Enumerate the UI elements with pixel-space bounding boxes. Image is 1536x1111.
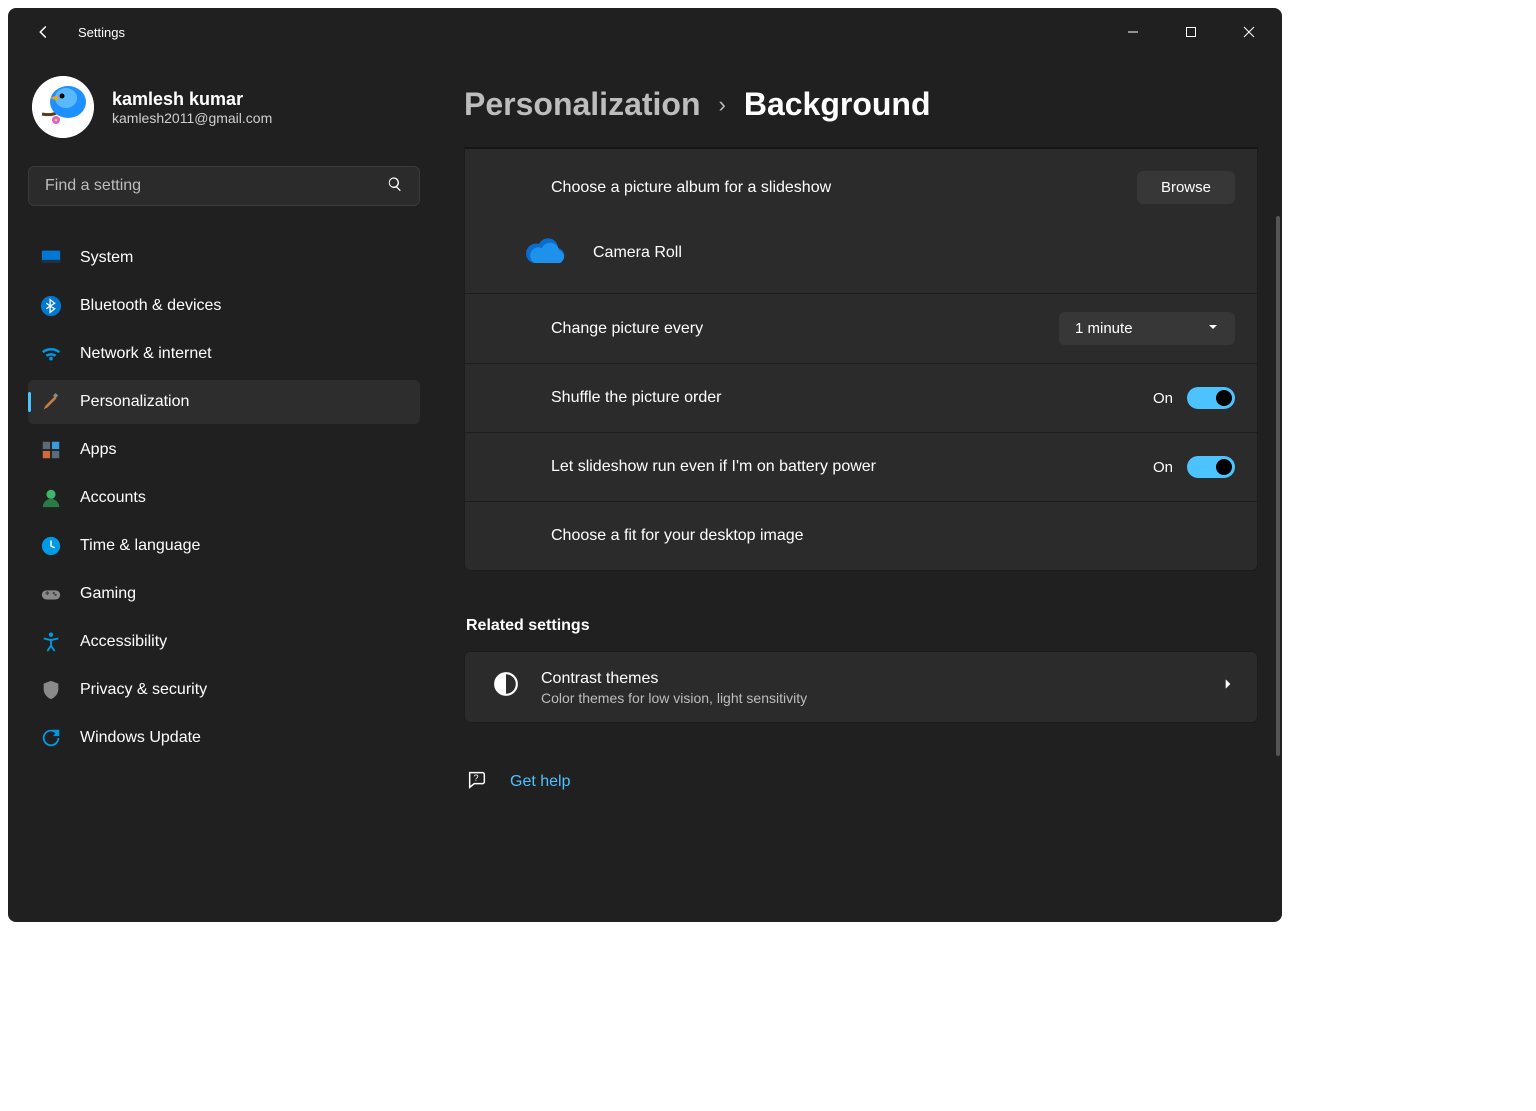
main-content: Personalization › Background Choose a pi… xyxy=(440,56,1282,922)
avatar xyxy=(32,76,94,138)
shuffle-row: Shuffle the picture order On xyxy=(465,364,1257,432)
nav-update[interactable]: Windows Update xyxy=(28,716,420,760)
bluetooth-icon xyxy=(40,295,62,317)
wifi-icon xyxy=(40,343,62,365)
change-every-row: Change picture every 1 minute xyxy=(465,294,1257,363)
nav: System Bluetooth & devices Network & int… xyxy=(28,236,420,760)
gamepad-icon xyxy=(40,583,62,605)
person-icon xyxy=(40,487,62,509)
search-box[interactable] xyxy=(28,166,420,206)
scrollbar[interactable] xyxy=(1276,216,1280,756)
onedrive-icon xyxy=(521,234,569,271)
album-row: Choose a picture album for a slideshow B… xyxy=(465,149,1257,222)
back-button[interactable] xyxy=(26,15,60,49)
breadcrumb-parent[interactable]: Personalization xyxy=(464,86,701,123)
get-help-link[interactable]: Get help xyxy=(510,773,570,791)
contrast-themes-row[interactable]: Contrast themes Color themes for low vis… xyxy=(464,651,1258,723)
profile-email: kamlesh2011@gmail.com xyxy=(112,110,272,126)
shield-icon xyxy=(40,679,62,701)
browse-button[interactable]: Browse xyxy=(1137,171,1235,204)
close-button[interactable] xyxy=(1220,12,1278,52)
nav-time[interactable]: Time & language xyxy=(28,524,420,568)
nav-apps[interactable]: Apps xyxy=(28,428,420,472)
nav-privacy[interactable]: Privacy & security xyxy=(28,668,420,712)
search-icon xyxy=(377,176,403,197)
accessibility-icon xyxy=(40,631,62,653)
maximize-button[interactable] xyxy=(1162,12,1220,52)
paintbrush-icon xyxy=(40,391,62,413)
album-title: Choose a picture album for a slideshow xyxy=(551,177,831,199)
help-row: ? Get help xyxy=(464,769,1258,796)
nav-accounts[interactable]: Accounts xyxy=(28,476,420,520)
minimize-button[interactable] xyxy=(1104,12,1162,52)
breadcrumb: Personalization › Background xyxy=(464,86,1258,123)
apps-icon xyxy=(40,439,62,461)
update-icon xyxy=(40,727,62,749)
related-heading: Related settings xyxy=(466,617,1258,635)
chevron-right-icon xyxy=(1221,677,1235,696)
nav-accessibility[interactable]: Accessibility xyxy=(28,620,420,664)
chevron-down-icon xyxy=(1207,320,1219,337)
settings-window: Settings xyxy=(8,8,1282,922)
nav-gaming[interactable]: Gaming xyxy=(28,572,420,616)
profile-name: kamlesh kumar xyxy=(112,89,272,110)
profile[interactable]: kamlesh kumar kamlesh2011@gmail.com xyxy=(28,76,420,138)
fit-row: Choose a fit for your desktop image xyxy=(465,502,1257,570)
battery-row: Let slideshow run even if I'm on battery… xyxy=(465,433,1257,501)
battery-toggle[interactable] xyxy=(1187,456,1235,478)
app-title: Settings xyxy=(78,25,125,40)
slideshow-card: Choose a picture album for a slideshow B… xyxy=(464,147,1258,571)
contrast-icon xyxy=(493,671,519,702)
svg-text:?: ? xyxy=(474,773,479,783)
sidebar: kamlesh kumar kamlesh2011@gmail.com Syst… xyxy=(8,56,440,922)
search-input[interactable] xyxy=(45,177,377,195)
nav-system[interactable]: System xyxy=(28,236,420,280)
breadcrumb-current: Background xyxy=(744,86,931,123)
display-icon xyxy=(40,247,62,269)
clock-icon xyxy=(40,535,62,557)
nav-personalization[interactable]: Personalization xyxy=(28,380,420,424)
shuffle-toggle[interactable] xyxy=(1187,387,1235,409)
nav-network[interactable]: Network & internet xyxy=(28,332,420,376)
help-icon: ? xyxy=(466,769,488,796)
titlebar: Settings xyxy=(8,8,1282,56)
album-name: Camera Roll xyxy=(593,242,682,264)
nav-bluetooth[interactable]: Bluetooth & devices xyxy=(28,284,420,328)
album-display: Camera Roll xyxy=(465,222,1257,293)
chevron-right-icon: › xyxy=(719,92,726,118)
change-every-select[interactable]: 1 minute xyxy=(1059,312,1235,345)
